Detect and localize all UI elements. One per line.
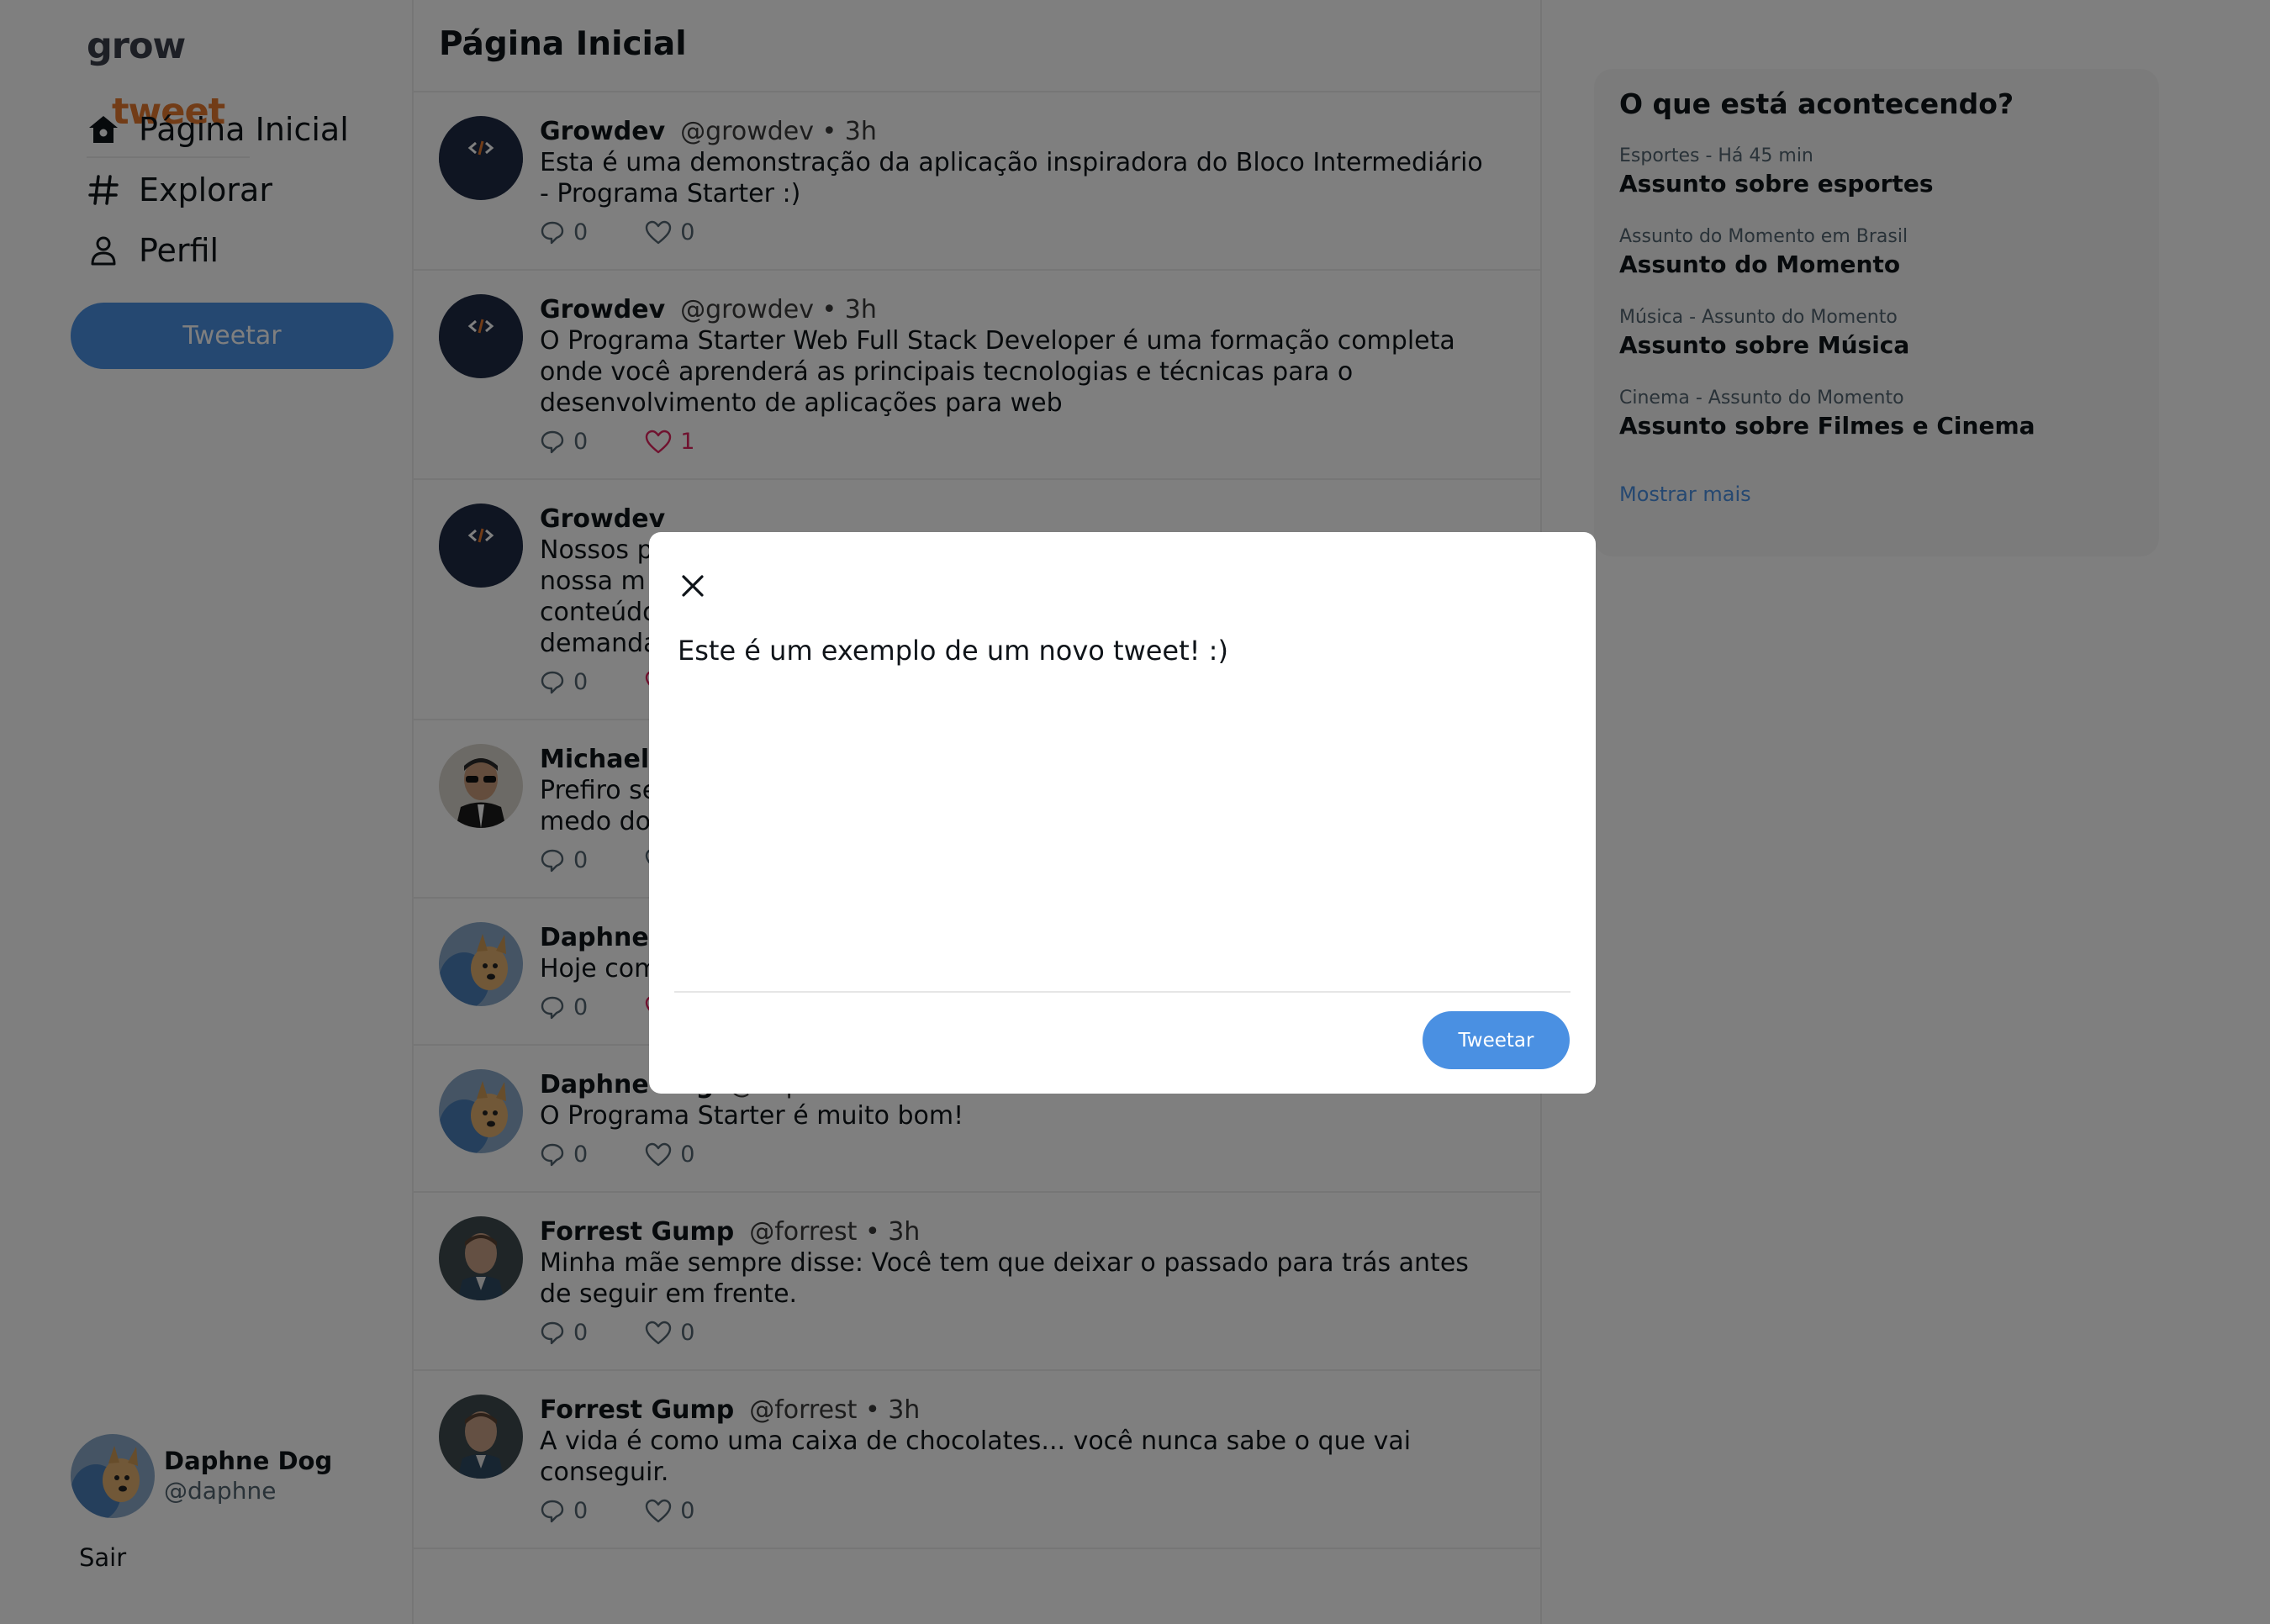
modal-divider: [674, 991, 1571, 993]
tweet-compose-input[interactable]: Este é um exemplo de um novo tweet! :): [674, 633, 1565, 1003]
new-tweet-modal: Este é um exemplo de um novo tweet! :) T…: [649, 532, 1596, 1094]
modal-tweet-button[interactable]: Tweetar: [1423, 1011, 1570, 1069]
close-icon[interactable]: [674, 567, 711, 604]
